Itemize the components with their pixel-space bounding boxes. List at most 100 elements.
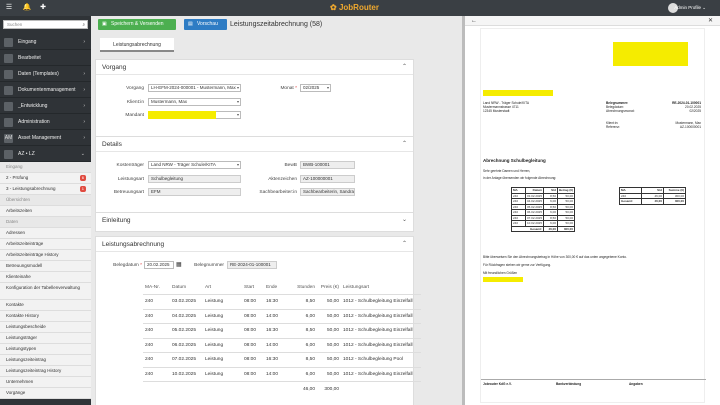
- panel-header[interactable]: Vorgang ⌃: [96, 60, 413, 75]
- chevron-up-icon: ⌃: [401, 241, 407, 247]
- sidebar-subitem[interactable]: Leistungsträger: [0, 333, 91, 344]
- table-row[interactable]: 240 06.02.2025 Leistung 08:00 14:00 6,00 50,00…: [143, 338, 421, 353]
- column-header[interactable]: Leistungsart: [341, 280, 421, 295]
- chevron-up-icon: ⌃: [401, 64, 407, 70]
- sidebar-subitem[interactable]: Kontakte: [0, 300, 91, 311]
- sidebar-subitem[interactable]: Adressen: [0, 228, 91, 239]
- belegdatum-field[interactable]: 20.02.2025: [144, 261, 174, 269]
- sidebar-subitem[interactable]: 3 - Leistungsabrechnung 1: [0, 184, 91, 195]
- sidebar-subitem[interactable]: Arbeitszeiteinträge History: [0, 250, 91, 261]
- sidebar-subitem[interactable]: Leistungszeiteintrag History: [0, 366, 91, 377]
- table-cell: 50,00: [317, 323, 341, 339]
- monat-select[interactable]: 02/2025 ▾: [300, 84, 331, 92]
- monat-label: Monat *: [280, 86, 297, 91]
- doc-heading: Abrechnung Schulbegleitung: [483, 158, 546, 163]
- doc-table-cell: 10.02.2025: [524, 220, 545, 227]
- sidebar-subitem[interactable]: Arbeitszeiteinträge: [0, 239, 91, 250]
- panel-header[interactable]: Details ⌃: [96, 137, 413, 152]
- top-bar: ☰ 🔔 ✚ ✿ JobRouter Admin Profile ⌄: [0, 0, 720, 16]
- plus-icon[interactable]: ✚: [38, 3, 48, 13]
- tab-leistungsabrechnung[interactable]: Leistungsabrechnung: [100, 38, 174, 52]
- sidebar-item[interactable]: AZ • LZ ⌄: [0, 147, 91, 162]
- column-header[interactable]: Start: [242, 280, 264, 295]
- table-row[interactable]: 240 10.02.2025 Leistung 08:00 14:00 6,00 50,00…: [143, 367, 421, 382]
- back-arrow-icon[interactable]: ←: [471, 17, 477, 25]
- sidebar-item[interactable]: Dokumentenmanagement ›: [0, 83, 91, 98]
- column-header[interactable]: Art: [203, 280, 242, 295]
- signature-placeholder: [483, 277, 523, 282]
- mandant-select[interactable]: [148, 111, 216, 119]
- bell-icon[interactable]: 🔔: [22, 3, 32, 13]
- chevron-icon: ›: [83, 71, 85, 77]
- sidebar-item[interactable]: Daten (Templates) ›: [0, 67, 91, 82]
- subitem-label: Klienteinahe: [6, 274, 31, 279]
- chevron-icon: ›: [83, 103, 85, 109]
- subitem-label: Daten: [6, 219, 19, 224]
- sidebar-subitem[interactable]: Konfiguration der Tabellenverwaltung: [0, 283, 91, 300]
- vorgang-select[interactable]: LH-EFM-2024-000001 - Mustermann, Max ▾: [148, 84, 241, 92]
- sidebar-subitem[interactable]: Leistungstypen: [0, 344, 91, 355]
- table-row[interactable]: 240 04.02.2025 Leistung 08:00 14:00 6,00 50,00…: [143, 309, 421, 324]
- klient-select[interactable]: Mustermann, Max ▾: [148, 98, 241, 106]
- column-header[interactable]: Preis (€): [317, 280, 341, 295]
- doc-table-cell: 07.02.2025: [524, 214, 545, 221]
- subitem-label: Unternehmen: [6, 379, 34, 384]
- doc-table-cell: 06.02.2025: [524, 209, 545, 216]
- menu-icon[interactable]: ☰: [4, 3, 14, 13]
- sidebar-item[interactable]: _Entwicklung ›: [0, 99, 91, 114]
- column-header[interactable]: Ende: [264, 280, 286, 295]
- sidebar-subitem[interactable]: Betreuungsmodell: [0, 261, 91, 272]
- footer-col: Jobrouter KdG e.V.: [483, 382, 512, 386]
- sidebar-item-label: Bearbeitet: [18, 55, 41, 61]
- subitem-label: Leistungszeiteintrag History: [6, 368, 62, 373]
- search-input[interactable]: Suchen ⌕: [3, 20, 88, 29]
- sidebar-section-heading: Daten: [0, 217, 91, 228]
- sidebar-subitem[interactable]: Klienteinahe: [0, 272, 91, 283]
- table-row[interactable]: 240 03.02.2025 Leistung 08:00 16:30 8,50 50,00…: [143, 294, 421, 310]
- chevron-down-icon: ▾: [236, 162, 239, 167]
- column-header[interactable]: Stunden: [286, 280, 317, 295]
- doc-table-cell: Gesamt:: [619, 198, 642, 205]
- preview-button[interactable]: ▤ Vorschau: [184, 19, 227, 30]
- sachbearbeiter-field: Sachbearbeiterin, Sandra: [300, 188, 355, 196]
- sidebar-subitem[interactable]: Leistungsbescheide: [0, 322, 91, 333]
- mandant-label: Mandant: [125, 113, 144, 118]
- save-icon: ▣: [102, 21, 107, 27]
- table-cell: 240: [143, 338, 170, 353]
- kostentraeger-label: Kostenträger: [116, 163, 144, 168]
- mandant-dropdown[interactable]: ▾: [216, 111, 241, 119]
- table-cell: 05.02.2025: [170, 323, 203, 339]
- table-cell: 08:00: [242, 309, 264, 324]
- user-menu[interactable]: Admin Profile ⌄: [674, 3, 706, 13]
- save-send-button[interactable]: ▣ Speichern & Versenden: [98, 19, 176, 30]
- table-cell: 50,00: [317, 309, 341, 324]
- column-header[interactable]: Datum: [170, 280, 203, 295]
- sidebar-subitem[interactable]: Leistungszeiteintrag: [0, 355, 91, 366]
- table-cell: 300,00: [324, 386, 339, 392]
- column-header[interactable]: MA-Nr.: [143, 280, 170, 295]
- panel-header[interactable]: Einleitung ⌄: [96, 213, 413, 228]
- sidebar-subitem[interactable]: Unternehmen: [0, 377, 91, 388]
- sidebar-item[interactable]: Eingang ›: [0, 35, 91, 50]
- table-row[interactable]: 240 05.02.2025 Leistung 08:00 16:30 8,50 50,00…: [143, 323, 421, 339]
- kostentraeger-select[interactable]: Land NRW - Träger Schule/KITA ▾: [148, 161, 241, 169]
- folder-icon: [4, 86, 13, 95]
- logo-placeholder: [613, 42, 688, 66]
- sidebar-item[interactable]: Bearbeitet: [0, 51, 91, 66]
- subitem-label: Leistungsbescheide: [6, 324, 46, 329]
- table-cell: 1012 - Schulbegleitung Pool: [341, 352, 421, 368]
- sidebar-section-heading: Eingang: [0, 162, 91, 173]
- panel-header[interactable]: Leistungsabrechnung ⌃: [96, 237, 413, 252]
- sidebar-item[interactable]: Administration ›: [0, 115, 91, 130]
- sidebar-subitem[interactable]: 2 - Prüfung 6: [0, 173, 91, 184]
- sidebar-subitem[interactable]: Vorgänge: [0, 388, 91, 399]
- doc-contact: Für Rückfragen stehen wir gerne zur Verf…: [483, 263, 552, 267]
- close-icon[interactable]: ✕: [708, 17, 713, 25]
- sidebar-subitem[interactable]: Kontakte History: [0, 311, 91, 322]
- sidebar-item[interactable]: AM Asset Management ›: [0, 131, 91, 146]
- sidebar-subitem[interactable]: Arbeitszeiten: [0, 206, 91, 217]
- table-row[interactable]: 240 07.02.2025 Leistung 08:00 16:30 8,50 50,00…: [143, 352, 421, 368]
- calendar-icon[interactable]: ▦: [176, 261, 182, 269]
- betreuungsart-label: Betreuungsart: [113, 190, 144, 195]
- meta-value: 02/2025: [689, 109, 701, 113]
